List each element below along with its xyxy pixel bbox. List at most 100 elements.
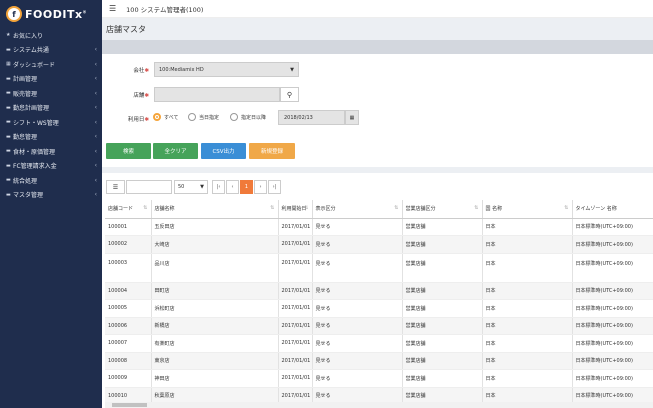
- sort-icon: ⇅: [564, 205, 569, 212]
- table-cell: 日本標準時(UTC+09:00): [572, 317, 653, 335]
- sidebar-item-9[interactable]: ▬ FC管理請求入金 ‹: [0, 159, 102, 174]
- table-cell: 日本標準時(UTC+09:00): [572, 235, 653, 254]
- menu-item-icon: ★: [6, 32, 11, 39]
- current-page-button[interactable]: 1: [240, 180, 253, 194]
- sidebar: f FOODITx® ★ お気に入り ▬ システム共通 ‹ ▦ ダッシュボード ‹ ▬ 計画管理 ‹…: [0, 0, 102, 408]
- date-input[interactable]: 2018/02/13: [278, 110, 345, 125]
- table-cell: 見せる: [312, 369, 403, 388]
- table-row[interactable]: 100004 田町店 2017/01/01 見せる 営業店舗 日本 日本標準時(UTC+09…: [105, 282, 653, 300]
- table-row[interactable]: 100003 品川店 2017/01/01 見せる 営業店舗 日本 日本標準時(UTC+09…: [105, 253, 653, 283]
- menu-item-icon: ▬: [6, 75, 11, 82]
- column-header[interactable]: 利用開始日 ⇅: [278, 200, 313, 219]
- first-page-button[interactable]: |‹: [212, 180, 225, 194]
- date-input-value: 2018/02/13: [284, 114, 313, 121]
- radio-checked-icon: [153, 113, 161, 121]
- table-cell: 日本標準時(UTC+09:00): [572, 253, 653, 283]
- table-cell: 見せる: [312, 299, 403, 318]
- table-cell: 100006: [105, 317, 152, 335]
- sidebar-item-1[interactable]: ▬ システム共通 ‹: [0, 43, 102, 58]
- scrollbar-thumb[interactable]: [112, 403, 147, 407]
- radio-all[interactable]: すべて: [153, 113, 178, 121]
- table-cell: 日本: [482, 387, 573, 402]
- table-cell: 日本標準時(UTC+09:00): [572, 282, 653, 300]
- radio-day[interactable]: 当日指定: [188, 113, 219, 121]
- sidebar-item-7[interactable]: ▬ 勤怠管理 ‹: [0, 130, 102, 145]
- table-cell: 日本標準時(UTC+09:00): [572, 369, 653, 388]
- column-header[interactable]: 店舗コード ⇅: [105, 200, 152, 219]
- sort-icon: ⇅: [270, 205, 275, 212]
- hamburger-menu-icon[interactable]: ☰: [109, 4, 116, 13]
- table-cell: 神田店: [151, 369, 279, 388]
- table-cell: 日本標準時(UTC+09:00): [572, 334, 653, 353]
- sidebar-item-4[interactable]: ▬ 販売管理 ‹: [0, 86, 102, 101]
- table-cell: 2017/01/01: [278, 299, 313, 318]
- prev-page-button[interactable]: ‹: [226, 180, 239, 194]
- table-row[interactable]: 100006 新橋店 2017/01/01 見せる 営業店舗 日本 日本標準時(UTC+09…: [105, 317, 653, 335]
- table-filter-input[interactable]: [126, 180, 172, 194]
- table-row[interactable]: 100007 有楽町店 2017/01/01 見せる 営業店舗 日本 日本標準時(UTC+0…: [105, 334, 653, 353]
- sidebar-item-2[interactable]: ▦ ダッシュボード ‹: [0, 57, 102, 72]
- radio-after[interactable]: 指定日以降: [230, 113, 266, 121]
- date-label-text: 利用日: [127, 117, 145, 123]
- sidebar-item-10[interactable]: ▬ 統合処理 ‹: [0, 173, 102, 188]
- horizontal-scrollbar[interactable]: [105, 402, 653, 408]
- sort-icon: ⇅: [143, 205, 148, 212]
- store-input[interactable]: [154, 87, 280, 102]
- table-cell: 2017/01/01: [278, 334, 313, 353]
- page-size-select[interactable]: 50 ▼: [174, 180, 208, 194]
- table-cell: 五反田店: [151, 218, 279, 236]
- clear-all-button[interactable]: 全クリア: [153, 143, 198, 159]
- sidebar-item-3[interactable]: ▬ 計画管理 ‹: [0, 72, 102, 87]
- table-row[interactable]: 100008 東京店 2017/01/01 見せる 営業店舗 日本 日本標準時(UTC+09…: [105, 352, 653, 370]
- sidebar-item-label: 販売管理: [13, 90, 38, 98]
- sidebar-item-6[interactable]: ▬ シフト・WS管理 ‹: [0, 115, 102, 130]
- table-cell: 100002: [105, 235, 152, 254]
- table-cell: 2017/01/01: [278, 387, 313, 402]
- logo[interactable]: f FOODITx®: [0, 0, 102, 28]
- table-row[interactable]: 100002 大崎店 2017/01/01 見せる 営業店舗 日本 日本標準時(UTC+09…: [105, 235, 653, 254]
- last-page-button[interactable]: ›|: [268, 180, 281, 194]
- sidebar-item-8[interactable]: ▬ 食材・原価管理 ‹: [0, 144, 102, 159]
- csv-export-button[interactable]: CSV出力: [201, 143, 246, 159]
- table-cell: 日本: [482, 235, 573, 254]
- table-row[interactable]: 100010 秋葉原店 2017/01/01 見せる 営業店舗 日本 日本標準時(UTC+0…: [105, 387, 653, 402]
- sidebar-item-11[interactable]: ▬ マスタ管理 ‹: [0, 188, 102, 203]
- sidebar-item-label: 勤怠管理: [13, 134, 38, 142]
- menu-item-icon: ▬: [6, 46, 11, 53]
- table-cell: 営業店舗: [402, 352, 483, 370]
- table-cell: 営業店舗: [402, 334, 483, 353]
- table-cell: 日本: [482, 253, 573, 283]
- table-cell: 日本標準時(UTC+09:00): [572, 352, 653, 370]
- caret-down-icon: ▼: [200, 184, 204, 190]
- menu-item-icon: ▦: [6, 61, 11, 68]
- table-cell: 営業店舗: [402, 369, 483, 388]
- next-page-button[interactable]: ›: [254, 180, 267, 194]
- store-search-button[interactable]: ⚲: [280, 87, 299, 102]
- table-row[interactable]: 100009 神田店 2017/01/01 見せる 営業店舗 日本 日本標準時(UTC+09…: [105, 369, 653, 388]
- table-row[interactable]: 100005 浜松町店 2017/01/01 見せる 営業店舗 日本 日本標準時(UTC+0…: [105, 299, 653, 318]
- store-table: 店舗コード ⇅ 店舗名称 ⇅ 利用開始日 ⇅ 表示区分 ⇅ 営業店舗区分 ⇅ 国 名称 ⇅ タイムゾーン…: [105, 200, 653, 402]
- column-header[interactable]: 店舗名称 ⇅: [151, 200, 279, 219]
- new-register-button[interactable]: 新規登録: [249, 143, 295, 159]
- table-cell: 2017/01/01: [278, 282, 313, 300]
- calendar-button[interactable]: ▦: [345, 110, 359, 125]
- column-toggle-button[interactable]: ☰: [106, 180, 125, 194]
- company-select[interactable]: 100:Mediamix HD ▼: [154, 62, 299, 77]
- sidebar-item-label: ダッシュボード: [13, 61, 56, 69]
- table-cell: 営業店舗: [402, 253, 483, 283]
- chevron-left-icon: ‹: [94, 191, 97, 199]
- column-header[interactable]: 国 名称 ⇅: [482, 200, 573, 219]
- sidebar-item-0[interactable]: ★ お気に入り: [0, 28, 102, 43]
- table-row[interactable]: 100001 五反田店 2017/01/01 見せる 営業店舗 日本 日本標準時(UTC+0…: [105, 218, 653, 236]
- radio-unchecked-icon: [230, 113, 238, 121]
- sidebar-item-5[interactable]: ▬ 勤怠計画管理 ‹: [0, 101, 102, 116]
- table-cell: 100009: [105, 369, 152, 388]
- search-button[interactable]: 検索: [106, 143, 151, 159]
- chevron-left-icon: ‹: [94, 133, 97, 141]
- column-header[interactable]: 営業店舗区分 ⇅: [402, 200, 483, 219]
- column-header[interactable]: 表示区分 ⇅: [312, 200, 403, 219]
- chevron-left-icon: ‹: [94, 60, 97, 68]
- table-cell: 見せる: [312, 218, 403, 236]
- chevron-left-icon: ‹: [94, 176, 97, 184]
- column-header[interactable]: タイムゾーン 名称⇅: [572, 200, 653, 219]
